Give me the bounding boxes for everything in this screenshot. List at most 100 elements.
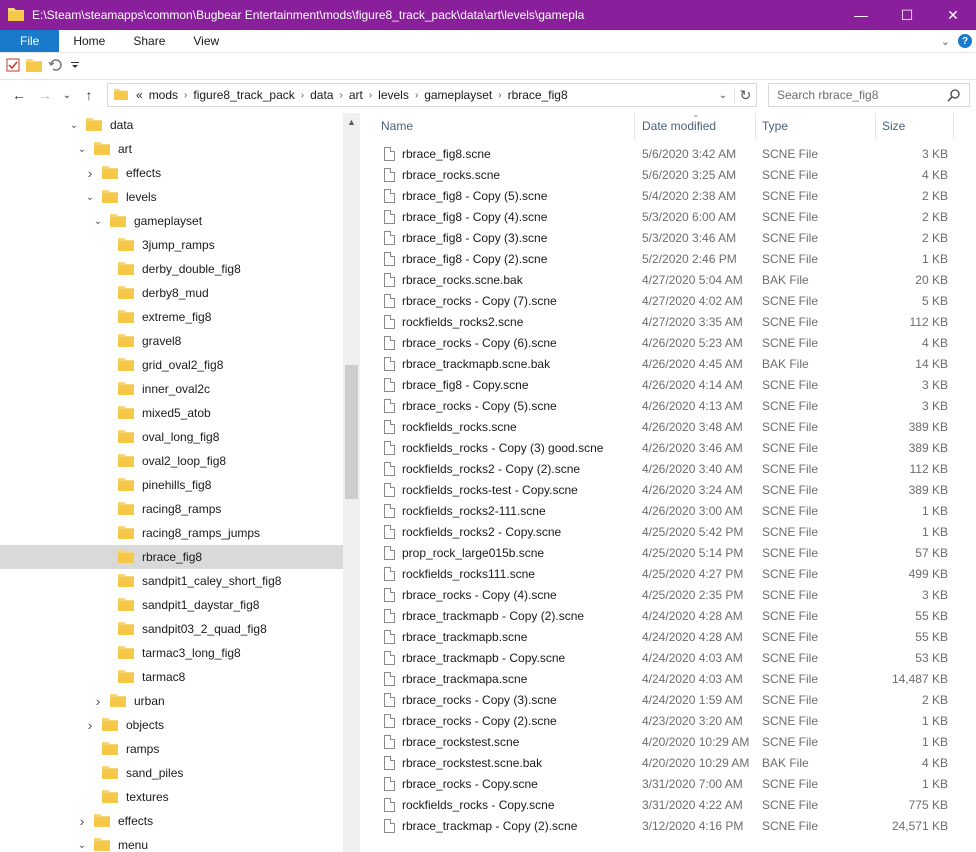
column-type[interactable]: Type xyxy=(756,113,876,139)
file-row[interactable]: rockfields_rocks - Copy (3) good.scne 4/2… xyxy=(362,438,976,459)
tree-item[interactable]: mixed5_atob xyxy=(0,401,343,425)
tree-item[interactable]: extreme_fig8 xyxy=(0,305,343,329)
up-button[interactable]: ↑ xyxy=(78,87,100,103)
file-row[interactable]: rockfields_rocks2 - Copy.scne 4/25/2020 5… xyxy=(362,522,976,543)
chevron-right-icon[interactable]: › xyxy=(184,90,187,101)
file-row[interactable]: rbrace_fig8 - Copy (2).scne 5/2/2020 2:46… xyxy=(362,249,976,270)
tree-item[interactable]: 3jump_ramps xyxy=(0,233,343,257)
breadcrumb-data[interactable]: data xyxy=(310,88,333,102)
close-button[interactable]: ✕ xyxy=(930,0,976,30)
tree-item[interactable]: derby_double_fig8 xyxy=(0,257,343,281)
file-row[interactable]: rbrace_trackmapb - Copy (2).scne 4/24/202… xyxy=(362,606,976,627)
recent-locations-button[interactable]: ⌄ xyxy=(56,90,78,101)
undo-icon[interactable] xyxy=(48,58,64,75)
tree-item[interactable]: gravel8 xyxy=(0,329,343,353)
tree-item[interactable]: grid_oval2_fig8 xyxy=(0,353,343,377)
tree-item[interactable]: textures xyxy=(0,785,343,809)
tab-share[interactable]: Share xyxy=(119,30,179,52)
expand-ribbon-icon[interactable]: ⌄ xyxy=(941,35,950,48)
chevron-down-icon[interactable]: ⌄ xyxy=(76,840,88,851)
address-bar[interactable]: « mods › figure8_track_pack › data › art… xyxy=(107,83,757,107)
chevron-right-icon[interactable]: › xyxy=(92,693,104,709)
breadcrumb-art[interactable]: art xyxy=(349,88,363,102)
file-row[interactable]: rbrace_fig8 - Copy (5).scne 5/4/2020 2:38… xyxy=(362,186,976,207)
chevron-right-icon[interactable]: › xyxy=(76,813,88,829)
tree-item[interactable]: ⌄ menu xyxy=(0,833,343,852)
tree-item[interactable]: sandpit1_caley_short_fig8 xyxy=(0,569,343,593)
chevron-right-icon[interactable]: › xyxy=(498,90,501,101)
maximize-button[interactable]: ☐ xyxy=(884,0,930,30)
chevron-down-icon[interactable]: ⌄ xyxy=(92,216,104,227)
breadcrumb-overflow[interactable]: « xyxy=(136,88,143,102)
tree-item[interactable]: ⌄ gameplayset xyxy=(0,209,343,233)
scroll-up-icon[interactable]: ▲ xyxy=(347,117,356,127)
new-folder-icon[interactable] xyxy=(26,58,42,75)
customize-toolbar-icon[interactable] xyxy=(70,59,80,73)
chevron-down-icon[interactable]: ⌄ xyxy=(68,120,80,131)
tree-item[interactable]: › effects xyxy=(0,161,343,185)
refresh-icon[interactable]: ↻ xyxy=(734,86,756,104)
tree-item[interactable]: ⌄ levels xyxy=(0,185,343,209)
tree-item[interactable]: rbrace_fig8 xyxy=(0,545,343,569)
tab-file[interactable]: File xyxy=(0,30,60,52)
tab-home[interactable]: Home xyxy=(59,30,119,52)
breadcrumb-levels[interactable]: levels xyxy=(378,88,409,102)
scrollbar-thumb[interactable] xyxy=(345,365,358,499)
properties-icon[interactable] xyxy=(6,58,20,75)
search-icon[interactable] xyxy=(947,88,961,105)
file-row[interactable]: rockfields_rocks.scne 4/26/2020 3:48 AM SC… xyxy=(362,417,976,438)
file-row[interactable]: rbrace_rocks - Copy.scne 3/31/2020 7:00 A… xyxy=(362,774,976,795)
file-row[interactable]: rbrace_fig8 - Copy (3).scne 5/3/2020 3:46… xyxy=(362,228,976,249)
chevron-right-icon[interactable]: › xyxy=(84,165,96,181)
tab-view[interactable]: View xyxy=(179,30,233,52)
file-row[interactable]: rbrace_trackmap - Copy (2).scne 3/12/2020… xyxy=(362,816,976,837)
file-row[interactable]: rbrace_rockstest.scne.bak 4/20/2020 10:29… xyxy=(362,753,976,774)
file-row[interactable]: rbrace_trackmapb - Copy.scne 4/24/2020 4:… xyxy=(362,648,976,669)
file-row[interactable]: rockfields_rocks2 - Copy (2).scne 4/26/20… xyxy=(362,459,976,480)
tree-item[interactable]: racing8_ramps xyxy=(0,497,343,521)
file-row[interactable]: rbrace_trackmapa.scne 4/24/2020 4:03 AM SC… xyxy=(362,669,976,690)
tree-scrollbar[interactable]: ▲ xyxy=(343,113,360,852)
file-row[interactable]: rbrace_fig8.scne 5/6/2020 3:42 AM SCNE Fil… xyxy=(362,144,976,165)
minimize-button[interactable]: — xyxy=(838,0,884,30)
file-row[interactable]: rbrace_rocks.scne 5/6/2020 3:25 AM SCNE Fi… xyxy=(362,165,976,186)
column-name[interactable]: Name xyxy=(375,113,635,139)
tree-item[interactable]: derby8_mud xyxy=(0,281,343,305)
file-row[interactable]: rbrace_rocks - Copy (5).scne 4/26/2020 4:… xyxy=(362,396,976,417)
file-row[interactable]: rbrace_rocks.scne.bak 4/27/2020 5:04 AM BA… xyxy=(362,270,976,291)
file-row[interactable]: rockfields_rocks2-111.scne 4/26/2020 3:00… xyxy=(362,501,976,522)
search-input[interactable]: Search rbrace_fig8 xyxy=(777,88,878,102)
file-row[interactable]: rockfields_rocks2.scne 4/27/2020 3:35 AM S… xyxy=(362,312,976,333)
tree-item[interactable]: ⌄ art xyxy=(0,137,343,161)
tree-item[interactable]: racing8_ramps_jumps xyxy=(0,521,343,545)
tree-item[interactable]: pinehills_fig8 xyxy=(0,473,343,497)
file-row[interactable]: rbrace_rocks - Copy (6).scne 4/26/2020 5:… xyxy=(362,333,976,354)
tree-item[interactable]: sand_piles xyxy=(0,761,343,785)
tree-item[interactable]: tarmac8 xyxy=(0,665,343,689)
file-row[interactable]: rockfields_rocks111.scne 4/25/2020 4:27 P… xyxy=(362,564,976,585)
help-icon[interactable]: ? xyxy=(958,34,972,48)
tree-item[interactable]: oval_long_fig8 xyxy=(0,425,343,449)
file-row[interactable]: rbrace_fig8 - Copy.scne 4/26/2020 4:14 AM… xyxy=(362,375,976,396)
file-row[interactable]: rbrace_rocks - Copy (7).scne 4/27/2020 4:… xyxy=(362,291,976,312)
file-row[interactable]: rockfields_rocks-test - Copy.scne 4/26/20… xyxy=(362,480,976,501)
chevron-right-icon[interactable]: › xyxy=(415,90,418,101)
file-row[interactable]: rbrace_rockstest.scne 4/20/2020 10:29 AM S… xyxy=(362,732,976,753)
file-row[interactable]: rbrace_trackmapb.scne.bak 4/26/2020 4:45 … xyxy=(362,354,976,375)
back-button[interactable]: ← xyxy=(8,87,30,103)
chevron-right-icon[interactable]: › xyxy=(339,90,342,101)
tree-item[interactable]: sandpit1_daystar_fig8 xyxy=(0,593,343,617)
breadcrumb-rbrace-fig8[interactable]: rbrace_fig8 xyxy=(508,88,568,102)
tree-item[interactable]: sandpit03_2_quad_fig8 xyxy=(0,617,343,641)
tree-item[interactable]: oval2_loop_fig8 xyxy=(0,449,343,473)
breadcrumb-gameplayset[interactable]: gameplayset xyxy=(424,88,492,102)
file-row[interactable]: prop_rock_large015b.scne 4/25/2020 5:14 P… xyxy=(362,543,976,564)
tree-item[interactable]: ramps xyxy=(0,737,343,761)
breadcrumb-figure8-track-pack[interactable]: figure8_track_pack xyxy=(193,88,294,102)
forward-button[interactable]: → xyxy=(34,87,56,103)
tree-item[interactable]: › effects xyxy=(0,809,343,833)
chevron-right-icon[interactable]: › xyxy=(301,90,304,101)
tree-item[interactable]: inner_oval2c xyxy=(0,377,343,401)
tree-item[interactable]: › urban xyxy=(0,689,343,713)
chevron-right-icon[interactable]: › xyxy=(84,717,96,733)
